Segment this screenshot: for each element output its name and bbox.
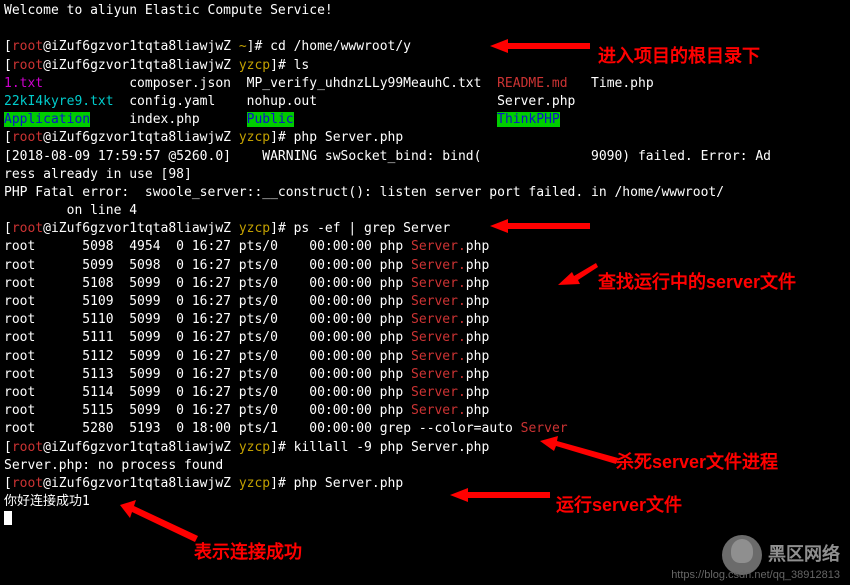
- annotation-connect-success: 表示连接成功: [194, 540, 302, 565]
- ps-row: root 5114 5099 0 16:27 pts/0 00:00:00 ph…: [4, 384, 846, 402]
- prompt-ps: [root@iZuf6gzvor1tqta8liawjwZ yzcp]# ps …: [4, 220, 846, 238]
- fatal1: PHP Fatal error: swoole_server::__constr…: [4, 184, 846, 202]
- url-watermark: https://blog.csdn.net/qq_38912813: [671, 568, 840, 583]
- blank: [4, 20, 846, 38]
- arrow-icon: [120, 500, 200, 545]
- arrow-icon: [540, 436, 620, 466]
- ps-row: root 5112 5099 0 16:27 pts/0 00:00:00 ph…: [4, 348, 846, 366]
- prompt-php2: [root@iZuf6gzvor1tqta8liawjwZ yzcp]# php…: [4, 475, 846, 493]
- arrow-icon: [450, 485, 550, 505]
- arrow-icon: [490, 36, 590, 56]
- ps-row: root 5110 5099 0 16:27 pts/0 00:00:00 ph…: [4, 311, 846, 329]
- arrow-icon: [558, 260, 598, 290]
- ps-row: root 5098 4954 0 16:27 pts/0 00:00:00 ph…: [4, 238, 846, 256]
- ps-last: root 5280 5193 0 18:00 pts/1 00:00:00 gr…: [4, 420, 846, 438]
- prompt-php1: [root@iZuf6gzvor1tqta8liawjwZ yzcp]# php…: [4, 129, 846, 147]
- annotation-kill-server: 杀死server文件进程: [616, 450, 778, 475]
- fatal2: on line 4: [4, 202, 846, 220]
- welcome-line: Welcome to aliyun Elastic Compute Servic…: [4, 2, 846, 20]
- ps-row: root 5115 5099 0 16:27 pts/0 00:00:00 ph…: [4, 402, 846, 420]
- cursor-icon: [4, 511, 12, 525]
- annotation-root-dir: 进入项目的根目录下: [598, 44, 760, 69]
- annotation-run-server: 运行server文件: [556, 493, 682, 518]
- ps-row: root 5111 5099 0 16:27 pts/0 00:00:00 ph…: [4, 329, 846, 347]
- annotation-find-server: 查找运行中的server文件: [598, 270, 796, 295]
- ps-output: root 5098 4954 0 16:27 pts/0 00:00:00 ph…: [4, 238, 846, 420]
- ps-row: root 5109 5099 0 16:27 pts/0 00:00:00 ph…: [4, 293, 846, 311]
- ls-row2: 22kI4kyre9.txt config.yaml nohup.out Ser…: [4, 93, 846, 111]
- ps-row: root 5113 5099 0 16:27 pts/0 00:00:00 ph…: [4, 366, 846, 384]
- warn1: [2018-08-09 17:59:57 @5260.0] WARNING sw…: [4, 148, 846, 166]
- warn2: ress already in use [98]: [4, 166, 846, 184]
- ls-row3: Application index.php Public ThinkPHP: [4, 111, 846, 129]
- arrow-icon: [490, 216, 590, 236]
- ls-row1: 1.txt composer.json MP_verify_uhdnzLLy99…: [4, 75, 846, 93]
- watermark-text: 黑区网络: [768, 542, 840, 567]
